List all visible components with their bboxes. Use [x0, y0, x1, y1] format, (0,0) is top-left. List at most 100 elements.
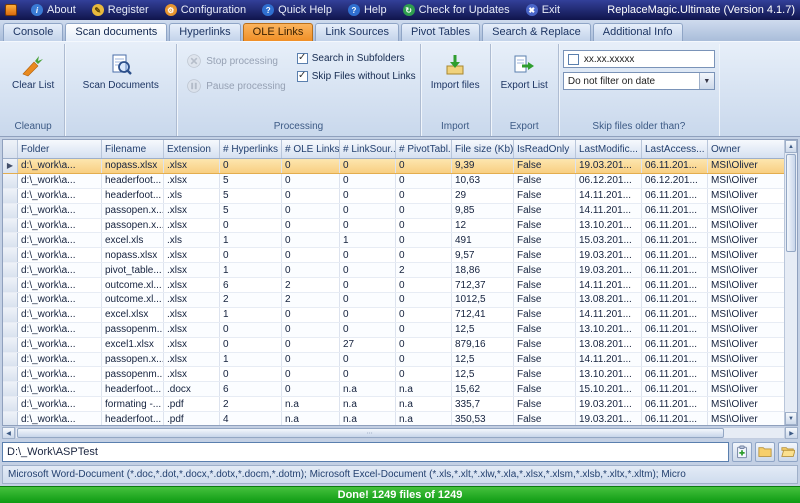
- grid-cell[interactable]: 0: [340, 367, 396, 381]
- table-row[interactable]: d:\_work\a...passopen.x....xlsx000012Fal…: [3, 219, 784, 234]
- grid-cell[interactable]: 0: [282, 219, 340, 233]
- grid-cell[interactable]: 06.11.201...: [642, 367, 708, 381]
- grid-cell[interactable]: 15.03.201...: [576, 233, 642, 247]
- grid-cell[interactable]: n.a: [282, 397, 340, 411]
- grid-cell[interactable]: 0: [340, 293, 396, 307]
- table-row[interactable]: d:\_work\a...outcome.xl....xlsx22001012,…: [3, 293, 784, 308]
- grid-cell[interactable]: passopenm...: [102, 367, 164, 381]
- grid-cell[interactable]: 06.11.201...: [642, 293, 708, 307]
- grid-cell[interactable]: 0: [396, 159, 452, 173]
- grid-cell[interactable]: .xlsx: [164, 204, 220, 218]
- grid-cell[interactable]: 0: [396, 189, 452, 203]
- grid-cell[interactable]: MSI\Oliver: [708, 323, 784, 337]
- grid-cell[interactable]: 0: [220, 159, 282, 173]
- grid-cell[interactable]: d:\_work\a...: [18, 353, 102, 367]
- grid-cell[interactable]: 14.11.201...: [576, 278, 642, 292]
- table-row[interactable]: d:\_work\a...excel.xlsx.xlsx1000712,41Fa…: [3, 308, 784, 323]
- grid-cell[interactable]: 2: [282, 278, 340, 292]
- grid-cell[interactable]: MSI\Oliver: [708, 382, 784, 396]
- grid-cell[interactable]: pivot_table...: [102, 263, 164, 277]
- grid-cell[interactable]: 4: [220, 412, 282, 425]
- grid-cell[interactable]: 06.11.201...: [642, 323, 708, 337]
- grid-cell[interactable]: .xlsx: [164, 338, 220, 352]
- select-folder-button[interactable]: [755, 442, 775, 462]
- grid-cell[interactable]: 1: [220, 233, 282, 247]
- grid-cell[interactable]: 1: [220, 353, 282, 367]
- grid-cell[interactable]: 0: [282, 204, 340, 218]
- table-row[interactable]: d:\_work\a...outcome.xl....xlsx6200712,3…: [3, 278, 784, 293]
- grid-cell[interactable]: False: [514, 233, 576, 247]
- grid-cell[interactable]: False: [514, 159, 576, 173]
- grid-cell[interactable]: n.a: [396, 397, 452, 411]
- search-in-subfolders-checkbox[interactable]: Search in Subfolders: [297, 53, 416, 64]
- grid-cell[interactable]: MSI\Oliver: [708, 189, 784, 203]
- grid-cell[interactable]: 0: [340, 204, 396, 218]
- grid-cell[interactable]: MSI\Oliver: [708, 248, 784, 262]
- grid-cell[interactable]: 9,57: [452, 248, 514, 262]
- grid-cell[interactable]: 712,37: [452, 278, 514, 292]
- grid-cell[interactable]: 06.11.201...: [642, 233, 708, 247]
- grid-cell[interactable]: 0: [340, 189, 396, 203]
- grid-cell[interactable]: False: [514, 382, 576, 396]
- grid-cell[interactable]: 19.03.201...: [576, 397, 642, 411]
- grid-cell[interactable]: d:\_work\a...: [18, 367, 102, 381]
- grid-cell[interactable]: MSI\Oliver: [708, 308, 784, 322]
- grid-cell[interactable]: 06.12.201...: [576, 174, 642, 188]
- grid-cell[interactable]: 0: [282, 382, 340, 396]
- grid-cell[interactable]: headerfoot...: [102, 174, 164, 188]
- grid-cell[interactable]: passopenm...: [102, 323, 164, 337]
- grid-cell[interactable]: 5: [220, 204, 282, 218]
- column-header-lastaccess[interactable]: LastAccess...: [642, 140, 708, 158]
- grid-cell[interactable]: 06.11.201...: [642, 382, 708, 396]
- grid-cell[interactable]: MSI\Oliver: [708, 293, 784, 307]
- table-row[interactable]: d:\_work\a...formating -....pdf2n.an.an.…: [3, 397, 784, 412]
- menu-item-register[interactable]: ✎Register: [84, 0, 157, 20]
- grid-cell[interactable]: False: [514, 174, 576, 188]
- grid-cell[interactable]: 0: [220, 323, 282, 337]
- scroll-up-icon[interactable]: ▲: [785, 140, 797, 153]
- grid-cell[interactable]: MSI\Oliver: [708, 412, 784, 425]
- grid-cell[interactable]: 14.11.201...: [576, 204, 642, 218]
- grid-cell[interactable]: 0: [282, 308, 340, 322]
- grid-cell[interactable]: 18,86: [452, 263, 514, 277]
- column-header-ole-links[interactable]: # OLE Links: [282, 140, 340, 158]
- grid-cell[interactable]: False: [514, 219, 576, 233]
- grid-cell[interactable]: 29: [452, 189, 514, 203]
- table-row[interactable]: d:\_work\a...passopen.x....xlsx100012,5F…: [3, 353, 784, 368]
- menu-item-check-for-updates[interactable]: ↻Check for Updates: [395, 0, 518, 20]
- grid-cell[interactable]: .pdf: [164, 412, 220, 425]
- grid-cell[interactable]: 0: [396, 308, 452, 322]
- grid-cell[interactable]: .xls: [164, 189, 220, 203]
- grid-cell[interactable]: 0: [396, 219, 452, 233]
- grid-cell[interactable]: 10,63: [452, 174, 514, 188]
- grid-cell[interactable]: .xlsx: [164, 293, 220, 307]
- grid-cell[interactable]: .xls: [164, 233, 220, 247]
- horizontal-scroll-thumb[interactable]: ⋯: [17, 428, 724, 438]
- grid-cell[interactable]: excel.xlsx: [102, 308, 164, 322]
- grid-cell[interactable]: d:\_work\a...: [18, 189, 102, 203]
- horizontal-scroll-track[interactable]: ⋯: [15, 427, 785, 439]
- grid-cell[interactable]: MSI\Oliver: [708, 159, 784, 173]
- grid-cell[interactable]: headerfoot...: [102, 382, 164, 396]
- grid-cell[interactable]: n.a: [282, 412, 340, 425]
- grid-cell[interactable]: n.a: [396, 382, 452, 396]
- grid-cell[interactable]: MSI\Oliver: [708, 174, 784, 188]
- grid-cell[interactable]: 1012,5: [452, 293, 514, 307]
- grid-cell[interactable]: 0: [282, 353, 340, 367]
- grid-cell[interactable]: 9,39: [452, 159, 514, 173]
- grid-cell[interactable]: False: [514, 412, 576, 425]
- grid-cell[interactable]: False: [514, 353, 576, 367]
- column-header-filename[interactable]: Filename: [102, 140, 164, 158]
- grid-cell[interactable]: d:\_work\a...: [18, 382, 102, 396]
- grid-cell[interactable]: 0: [220, 338, 282, 352]
- grid-cell[interactable]: .xlsx: [164, 159, 220, 173]
- column-header-linksour[interactable]: # LinkSour...: [340, 140, 396, 158]
- grid-cell[interactable]: d:\_work\a...: [18, 204, 102, 218]
- grid-cell[interactable]: passopen.x...: [102, 353, 164, 367]
- grid-cell[interactable]: 13.08.201...: [576, 293, 642, 307]
- scroll-down-icon[interactable]: ▼: [785, 412, 797, 425]
- grid-cell[interactable]: .pdf: [164, 397, 220, 411]
- grid-cell[interactable]: 1: [220, 263, 282, 277]
- grid-cell[interactable]: 06.11.201...: [642, 353, 708, 367]
- grid-cell[interactable]: 0: [282, 367, 340, 381]
